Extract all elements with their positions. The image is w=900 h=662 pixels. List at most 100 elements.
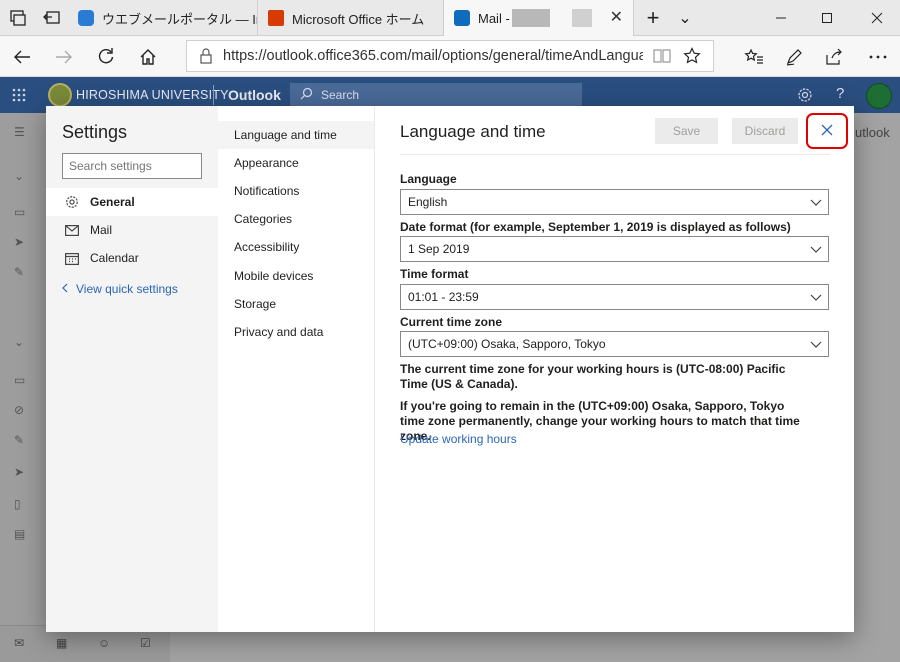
- settings-content-pane: Language and time Save Discard Language …: [376, 106, 854, 632]
- address-bar[interactable]: https://outlook.office365.com/mail/optio…: [186, 40, 714, 72]
- search-icon: [300, 87, 313, 103]
- language-dropdown[interactable]: English: [400, 189, 829, 215]
- url-text: https://outlook.office365.com/mail/optio…: [223, 48, 643, 64]
- tab-title: Mail -: [478, 10, 510, 26]
- inbox-icon: ▭: [14, 373, 26, 387]
- avatar[interactable]: [866, 83, 892, 109]
- settings-search-input[interactable]: [62, 153, 202, 179]
- time-format-label: Time format: [400, 267, 469, 281]
- gear-icon: [64, 195, 80, 209]
- time-zone-value: (UTC+09:00) Osaka, Sapporo, Tokyo: [408, 337, 606, 351]
- browser-tab-portal[interactable]: ウエブメールポータル — Infc: [68, 0, 258, 36]
- outlook-search-box[interactable]: Search: [290, 83, 582, 107]
- maximize-icon[interactable]: [804, 0, 850, 36]
- window-close-icon[interactable]: [854, 0, 900, 36]
- browser-toolbar: https://outlook.office365.com/mail/optio…: [0, 36, 900, 77]
- home-icon[interactable]: [128, 36, 168, 77]
- subcategory-categories[interactable]: Categories: [218, 205, 374, 233]
- subcategory-privacy-and-data[interactable]: Privacy and data: [218, 318, 374, 346]
- tab-actions-icon[interactable]: [0, 0, 36, 36]
- office-favicon-icon: [268, 10, 284, 26]
- subcategory-accessibility[interactable]: Accessibility: [218, 233, 374, 261]
- portal-favicon-icon: [78, 10, 94, 26]
- time-zone-dropdown[interactable]: (UTC+09:00) Osaka, Sapporo, Tokyo: [400, 331, 829, 357]
- category-label: Mail: [90, 223, 113, 237]
- tab-title: Microsoft Office ホーム: [292, 11, 425, 27]
- subcategory-notifications[interactable]: Notifications: [218, 177, 374, 205]
- app-launcher-icon[interactable]: [12, 88, 26, 105]
- chevron-down-icon: ⌄: [14, 335, 25, 349]
- language-label: Language: [400, 172, 457, 186]
- browser-tab-office[interactable]: Microsoft Office ホーム: [258, 0, 444, 36]
- set-aside-tabs-icon[interactable]: [36, 0, 68, 36]
- subcategory-storage[interactable]: Storage: [218, 290, 374, 318]
- time-format-value: 01:01 - 23:59: [408, 290, 479, 304]
- settings-title: Settings: [62, 122, 128, 142]
- date-format-label: Date format (for example, September 1, 2…: [400, 220, 791, 234]
- mail-icon: ✉: [14, 636, 25, 650]
- chevron-down-icon: [810, 338, 822, 353]
- category-general[interactable]: General: [46, 188, 218, 216]
- time-format-dropdown[interactable]: 01:01 - 23:59: [400, 284, 829, 310]
- time-zone-label: Current time zone: [400, 315, 503, 329]
- new-tab-icon[interactable]: +: [640, 0, 666, 36]
- category-mail[interactable]: Mail: [46, 216, 218, 244]
- tasks-icon: ☑: [140, 636, 151, 650]
- sent-icon: ➤: [14, 235, 25, 249]
- favorites-list-icon[interactable]: [734, 36, 774, 77]
- tab-list-glyph: ⌄: [678, 10, 692, 27]
- outlook-peek-label: utlook: [855, 125, 890, 140]
- divider: [213, 85, 214, 105]
- save-button[interactable]: Save: [655, 118, 718, 144]
- subcategory-label: Accessibility: [234, 240, 300, 254]
- update-working-hours-link[interactable]: Update working hours: [400, 432, 517, 446]
- settings-dialog: Settings General Mail Calendar View quic…: [46, 106, 854, 632]
- category-label: General: [90, 195, 135, 209]
- deleted-icon: ▯: [14, 497, 21, 511]
- forward-arrow-icon[interactable]: [44, 36, 84, 77]
- drafts-icon: ✎: [14, 265, 25, 279]
- close-settings-button[interactable]: [806, 113, 848, 149]
- sent-icon: ➤: [14, 465, 25, 479]
- chevron-down-icon: [810, 291, 822, 306]
- subcategory-mobile-devices[interactable]: Mobile devices: [218, 262, 374, 290]
- category-calendar[interactable]: Calendar: [46, 244, 218, 272]
- back-link-label: View quick settings: [76, 282, 178, 296]
- back-arrow-icon[interactable]: [2, 36, 42, 77]
- settings-categories-pane: Settings General Mail Calendar View quic…: [46, 106, 218, 632]
- discard-button[interactable]: Discard: [732, 118, 798, 144]
- date-format-dropdown[interactable]: 1 Sep 2019: [400, 236, 829, 262]
- tab-title: ウエブメールポータル — Infc: [102, 11, 257, 27]
- subcategory-label: Storage: [234, 297, 277, 311]
- university-logo: [48, 83, 72, 107]
- category-label: Calendar: [90, 251, 139, 265]
- tab-list-icon[interactable]: ⌄: [672, 0, 698, 36]
- subcategory-language-and-time[interactable]: Language and time: [218, 121, 374, 149]
- redacted-block: [571, 9, 592, 27]
- chevron-down-icon: [810, 243, 822, 258]
- lock-icon: [199, 48, 213, 67]
- subcategory-appearance[interactable]: Appearance: [218, 149, 374, 177]
- page-title: Language and time: [400, 122, 546, 141]
- close-tab-icon[interactable]: ✕: [610, 10, 623, 26]
- inbox-icon: ▭: [14, 205, 26, 219]
- org-name: HIROSHIMA UNIVERSITY: [76, 88, 229, 102]
- search-placeholder: Search: [321, 88, 360, 102]
- settings-subcategories-pane: Language and time Appearance Notificatio…: [218, 106, 375, 632]
- pen-icon[interactable]: [774, 36, 814, 77]
- refresh-icon[interactable]: [86, 36, 126, 77]
- help-icon[interactable]: ?: [836, 85, 844, 102]
- hamburger-icon: ☰: [14, 125, 25, 139]
- chevron-down-icon: [810, 196, 822, 211]
- app-name[interactable]: Outlook: [228, 87, 281, 103]
- calendar-icon: [64, 252, 80, 265]
- minimize-icon[interactable]: [758, 0, 804, 36]
- settings-gear-icon[interactable]: [797, 87, 813, 106]
- more-options-icon[interactable]: [858, 36, 898, 77]
- view-quick-settings-link[interactable]: View quick settings: [62, 282, 178, 296]
- favorite-star-icon[interactable]: [683, 47, 701, 68]
- chevron-left-icon: [62, 282, 68, 296]
- reading-view-icon[interactable]: [653, 48, 671, 67]
- browser-tab-mail[interactable]: Mail - ✕: [444, 0, 634, 36]
- share-icon[interactable]: [814, 36, 854, 77]
